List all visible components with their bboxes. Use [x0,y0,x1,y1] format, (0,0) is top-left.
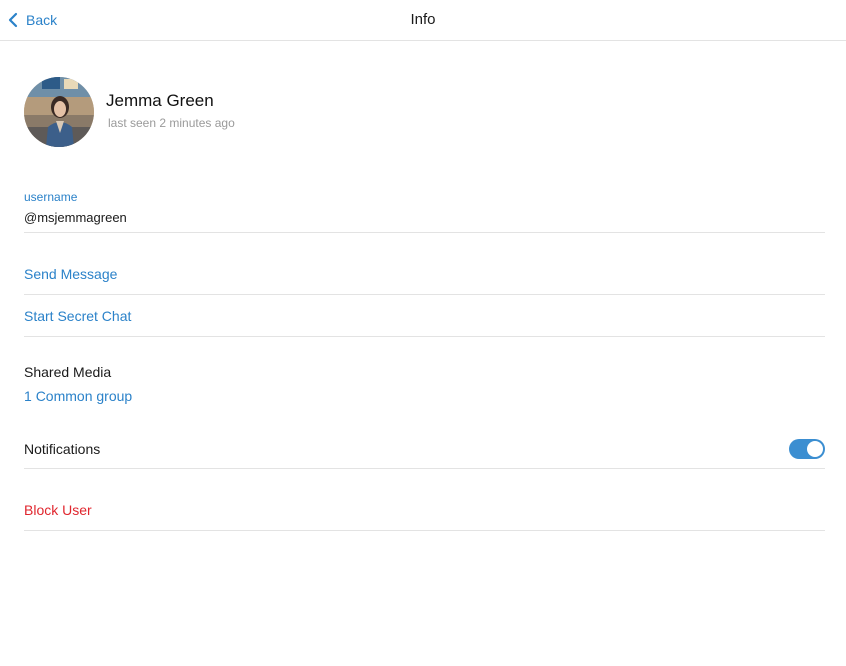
profile-header: Jemma Green last seen 2 minutes ago [24,77,235,147]
toggle-knob [807,441,823,457]
username-row[interactable]: username @msjemmagreen [24,190,825,233]
send-message-button[interactable]: Send Message [24,266,825,282]
common-groups-label: Common group [35,388,133,404]
shared-media-section: Shared Media 1 Common group [24,364,132,404]
block-user-button[interactable]: Block User [24,502,825,518]
username-label: username [24,190,78,204]
start-secret-chat-row[interactable]: Start Secret Chat [24,308,825,337]
common-groups-link[interactable]: 1 Common group [24,388,132,404]
notifications-row: Notifications [24,439,825,469]
top-bar: Back Info [0,0,846,41]
page-title: Info [410,11,436,28]
notifications-toggle[interactable] [789,439,825,459]
shared-media-title[interactable]: Shared Media [24,364,132,380]
common-groups-count: 1 [24,388,32,404]
block-user-row[interactable]: Block User [24,502,825,531]
last-seen-status: last seen 2 minutes ago [108,115,235,130]
notifications-label: Notifications [24,441,101,457]
username-value[interactable]: @msjemmagreen [24,210,825,225]
start-secret-chat-button[interactable]: Start Secret Chat [24,308,825,324]
send-message-row[interactable]: Send Message [24,266,825,295]
avatar[interactable] [24,77,94,147]
contact-name: Jemma Green [106,90,214,110]
